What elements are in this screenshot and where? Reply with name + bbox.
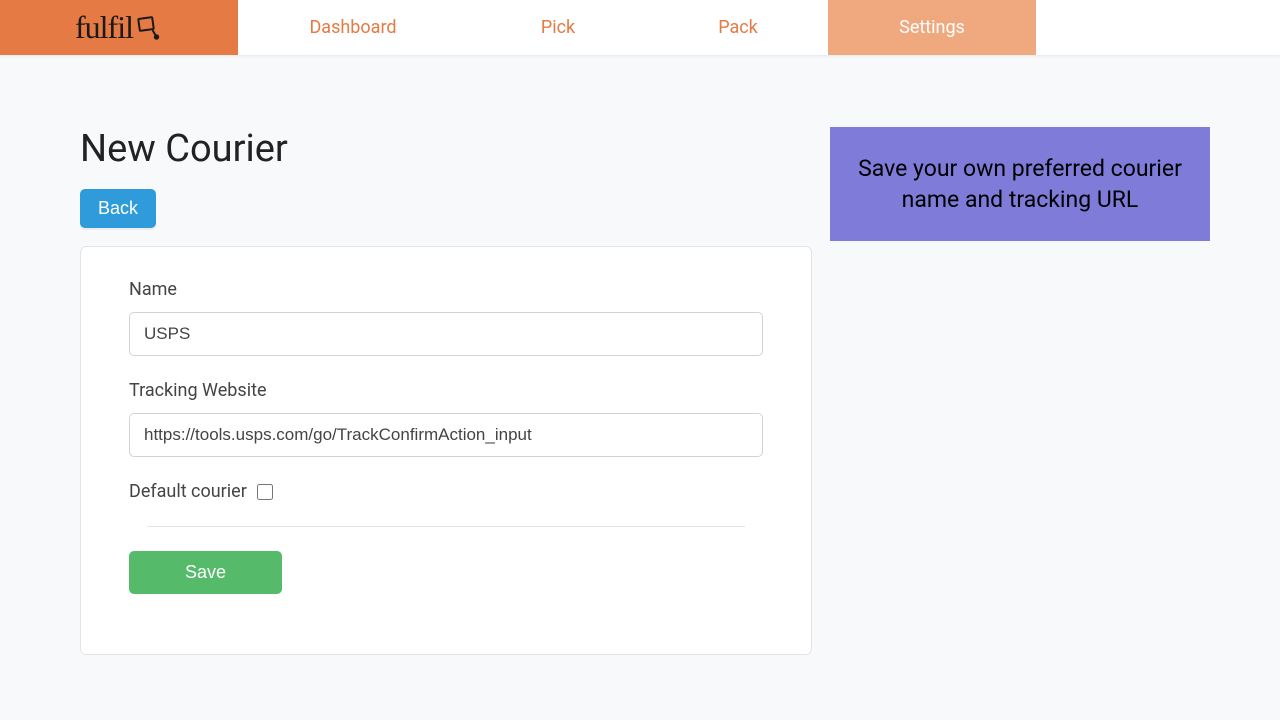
brand-name: fulfil (75, 9, 163, 46)
nav-pack-label: Pack (718, 17, 758, 38)
name-input[interactable] (129, 312, 763, 356)
default-courier-row: Default courier (129, 481, 763, 502)
main-column: New Courier Back Name Tracking Website D… (80, 127, 812, 655)
tracking-input[interactable] (129, 413, 763, 457)
name-label: Name (129, 279, 763, 300)
brand-logo[interactable]: fulfil (0, 0, 238, 55)
nav-settings-label: Settings (899, 17, 965, 38)
info-banner: Save your own preferred courier name and… (830, 127, 1210, 241)
nav-pick[interactable]: Pick (468, 0, 648, 55)
page-content: New Courier Back Name Tracking Website D… (0, 55, 1280, 655)
nav-pick-label: Pick (541, 17, 575, 38)
brand-name-text: fulfil (75, 9, 133, 46)
save-button[interactable]: Save (129, 551, 282, 594)
form-divider (147, 526, 745, 527)
nav-dashboard-label: Dashboard (309, 17, 396, 38)
default-courier-checkbox[interactable] (257, 484, 273, 500)
tracking-label: Tracking Website (129, 380, 763, 401)
top-navigation: fulfil Dashboard Pick Pack Settings (0, 0, 1280, 55)
form-card: Name Tracking Website Default courier Sa… (80, 246, 812, 655)
side-column: Save your own preferred courier name and… (830, 127, 1210, 241)
default-courier-label: Default courier (129, 481, 247, 502)
nav-pack[interactable]: Pack (648, 0, 828, 55)
name-field-group: Name (129, 279, 763, 356)
nav-settings[interactable]: Settings (828, 0, 1036, 55)
nav-dashboard[interactable]: Dashboard (238, 0, 468, 55)
back-button[interactable]: Back (80, 189, 156, 228)
cart-icon (135, 11, 163, 48)
tracking-field-group: Tracking Website (129, 380, 763, 457)
page-title: New Courier (80, 127, 812, 171)
